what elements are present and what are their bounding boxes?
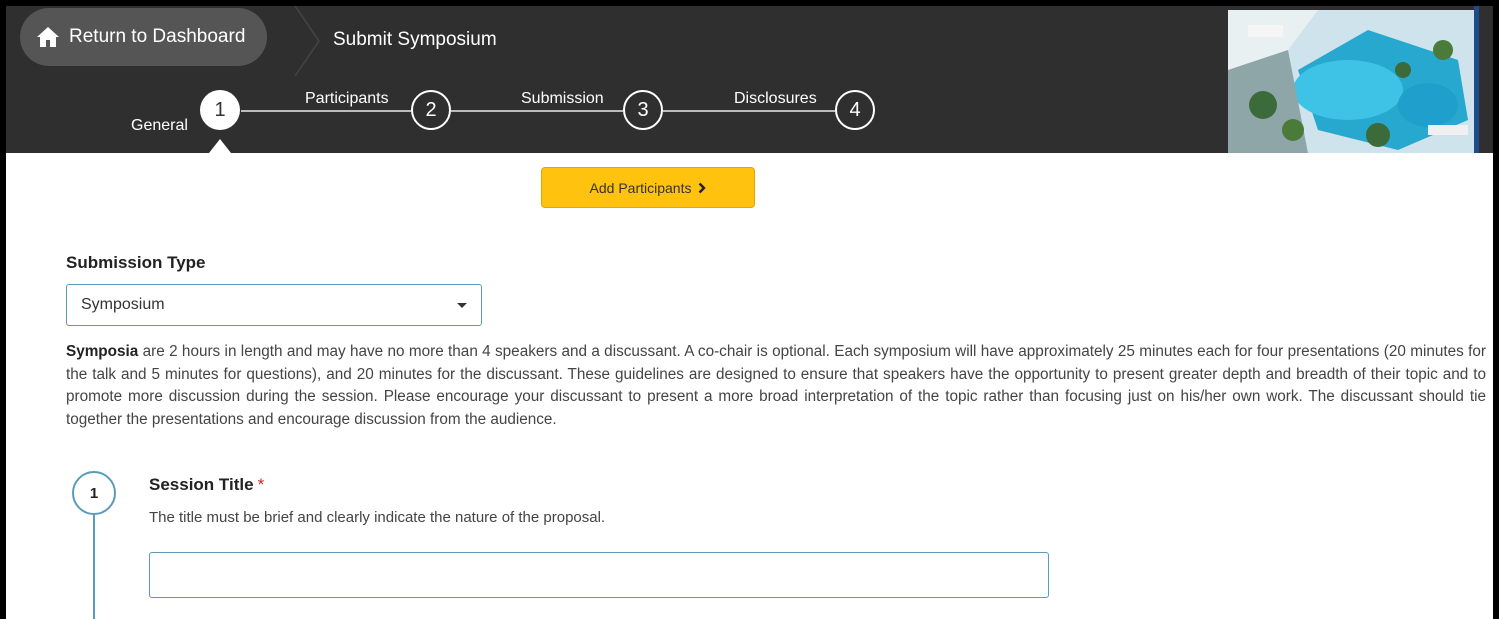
step-label-participants[interactable]: Participants (305, 90, 389, 108)
step-2-circle[interactable]: 2 (411, 90, 451, 130)
step-connector (663, 110, 835, 112)
header-edge-strip (1474, 6, 1479, 153)
submission-type-select[interactable]: Symposium (66, 284, 482, 326)
submission-description: Symposia are 2 hours in length and may h… (66, 341, 1486, 431)
chevron-right-icon (699, 182, 707, 193)
add-participants-button[interactable]: Add Participants (541, 167, 755, 208)
stepper: General 1 Participants 2 Submission 3 Di… (6, 6, 1236, 153)
step-1-circle[interactable]: 1 (200, 90, 240, 130)
active-step-pointer (209, 139, 231, 153)
required-marker: * (257, 475, 265, 494)
step-label-submission[interactable]: Submission (521, 90, 604, 108)
description-lead: Symposia (66, 343, 139, 360)
caret-down-icon (457, 303, 467, 308)
session-title-help: The title must be brief and clearly indi… (149, 509, 606, 526)
add-participants-label: Add Participants (589, 179, 692, 196)
step-label-disclosures[interactable]: Disclosures (734, 90, 817, 108)
step-connector (241, 110, 411, 112)
session-title-label: Session Title * (149, 475, 264, 495)
session-title-input[interactable] (149, 552, 1049, 598)
app-frame: Return to Dashboard Submit Symposium Gen… (6, 6, 1493, 619)
description-text: are 2 hours in length and may have no mo… (66, 343, 1486, 428)
header-bar: Return to Dashboard Submit Symposium Gen… (6, 6, 1493, 153)
step-3-circle[interactable]: 3 (623, 90, 663, 130)
question-timeline-line (93, 515, 95, 619)
step-label-general[interactable]: General (131, 117, 188, 135)
step-connector (451, 110, 623, 112)
resort-pool-image (1228, 10, 1474, 153)
submission-type-value: Symposium (81, 296, 165, 313)
question-number-badge: 1 (72, 471, 116, 515)
session-title-text: Session Title (149, 475, 254, 494)
submission-type-label: Submission Type (66, 253, 206, 272)
step-4-circle[interactable]: 4 (835, 90, 875, 130)
